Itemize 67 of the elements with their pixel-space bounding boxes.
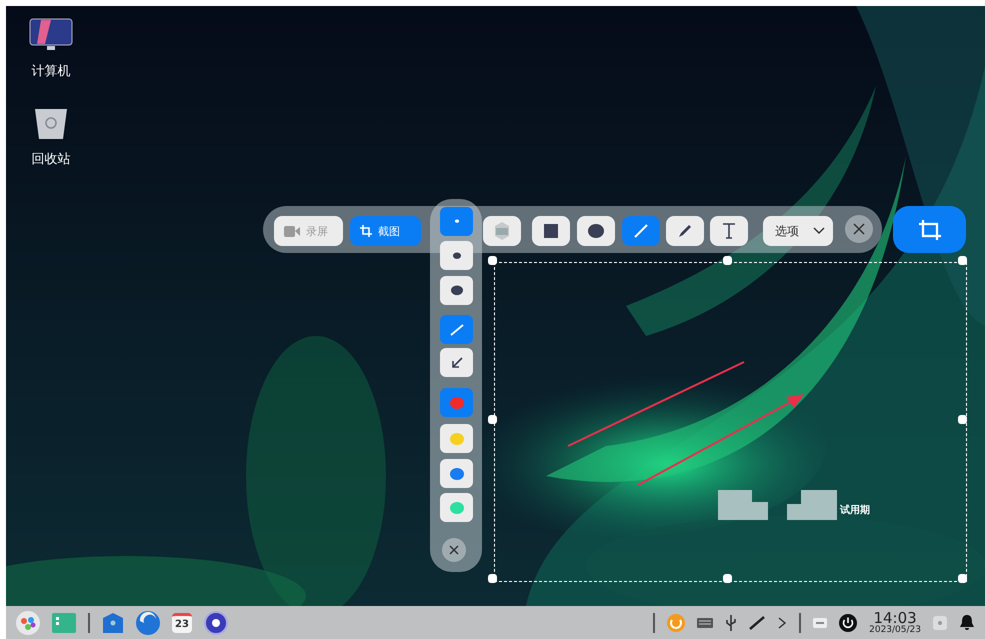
store-icon[interactable] xyxy=(102,612,124,634)
crop-icon xyxy=(360,225,372,237)
line-style-button[interactable] xyxy=(440,315,473,344)
chevron-down-icon xyxy=(813,227,825,235)
close-panel-button[interactable] xyxy=(442,538,466,562)
text-icon xyxy=(722,223,736,239)
line-icon xyxy=(450,324,464,336)
chevron-icon[interactable] xyxy=(777,616,788,628)
clock[interactable]: 14:03 2023/05/23 xyxy=(869,610,921,634)
pen-icon[interactable] xyxy=(749,616,766,630)
monitor-icon xyxy=(29,18,73,52)
blur-tool-button[interactable] xyxy=(483,216,521,246)
keyboard-icon[interactable] xyxy=(697,618,714,628)
options-dropdown[interactable]: 选项 xyxy=(763,216,833,246)
icon-label[interactable]: 计算机 xyxy=(32,62,70,80)
arrow-style-button[interactable] xyxy=(440,348,473,377)
close-icon xyxy=(853,223,865,235)
window-thumbnail xyxy=(787,490,837,520)
color-button[interactable] xyxy=(440,459,473,488)
arrow-icon xyxy=(450,356,462,368)
launcher-icon[interactable] xyxy=(16,610,40,634)
resize-handle[interactable] xyxy=(958,574,967,583)
dot-icon xyxy=(450,285,462,296)
resize-handle[interactable] xyxy=(958,415,967,424)
window-label: 试用期 xyxy=(840,504,870,517)
usb-icon[interactable] xyxy=(725,614,738,630)
line-icon xyxy=(633,223,649,239)
crop-confirm-button[interactable] xyxy=(893,206,966,253)
clock-date: 2023/05/23 xyxy=(869,626,921,634)
resize-handle[interactable] xyxy=(488,256,497,265)
text-tool-button[interactable] xyxy=(710,216,748,246)
dot-icon xyxy=(452,252,460,260)
pen-size-button[interactable] xyxy=(440,276,473,305)
crop-icon xyxy=(916,218,942,242)
ellipse-tool-button[interactable] xyxy=(577,216,615,246)
color-button[interactable] xyxy=(440,424,473,453)
clock-time: 14:03 xyxy=(873,610,917,626)
close-icon xyxy=(449,545,459,555)
rect-tool-button[interactable] xyxy=(532,216,570,246)
settings-icon[interactable] xyxy=(204,610,228,634)
resize-handle[interactable] xyxy=(723,256,732,265)
color-button[interactable] xyxy=(440,493,473,522)
close-button[interactable] xyxy=(845,215,873,243)
resize-handle[interactable] xyxy=(723,574,732,583)
camera-icon xyxy=(284,226,300,236)
layers-icon xyxy=(494,221,510,241)
rectangle-icon xyxy=(544,224,558,238)
resize-handle[interactable] xyxy=(488,415,497,424)
folder-icon[interactable] xyxy=(52,612,76,632)
bell-icon[interactable] xyxy=(959,614,975,631)
resize-handle[interactable] xyxy=(488,574,497,583)
line-tool-button[interactable] xyxy=(622,216,660,246)
browser-icon[interactable] xyxy=(136,610,160,634)
calendar-icon[interactable]: 23 xyxy=(172,612,192,632)
ellipse-icon xyxy=(588,224,604,238)
screenshot-button[interactable]: 截图 xyxy=(350,216,421,246)
trash-icon xyxy=(34,108,68,140)
power-icon[interactable] xyxy=(839,614,858,632)
window-thumbnail xyxy=(718,490,768,520)
keyboard-icon[interactable] xyxy=(813,618,828,628)
pen-size-button[interactable] xyxy=(440,241,473,270)
dot-icon xyxy=(454,219,458,224)
icon-label[interactable]: 回收站 xyxy=(32,150,70,168)
pen-icon xyxy=(677,223,693,239)
pen-tool-button[interactable] xyxy=(666,216,704,246)
resize-handle[interactable] xyxy=(958,256,967,265)
color-button[interactable] xyxy=(440,388,473,417)
